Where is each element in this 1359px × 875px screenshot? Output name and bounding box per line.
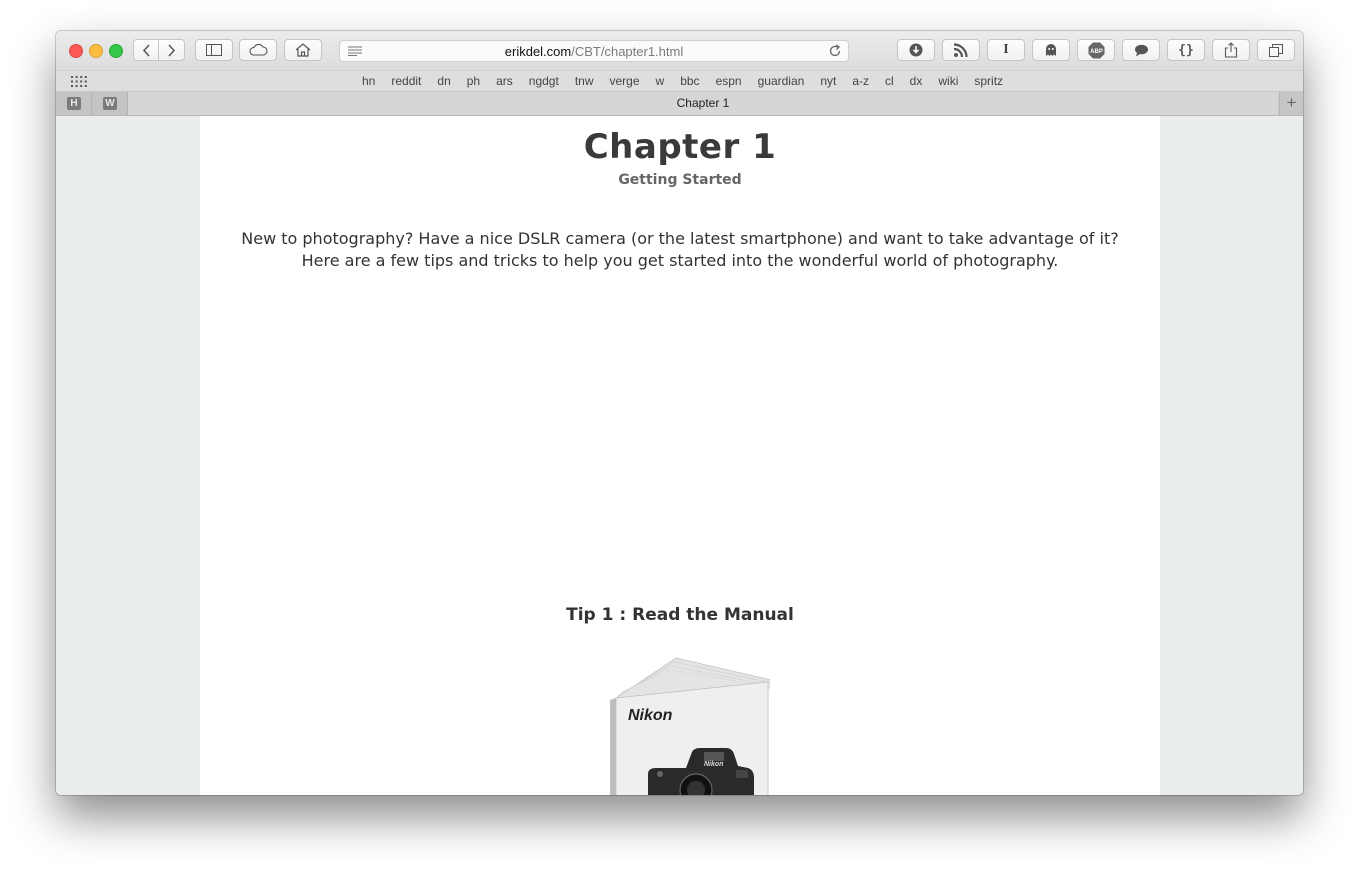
url-text: erikdel.com/CBT/chapter1.html [340,44,848,59]
favorite-verge[interactable]: verge [610,74,640,88]
favorite-ars[interactable]: ars [496,74,513,88]
manual-brand-text: Nikon [628,707,673,724]
download-icon [909,43,923,57]
favorite-cl[interactable]: cl [885,74,894,88]
page-viewport[interactable]: Chapter 1 Getting Started New to photogr… [56,116,1303,795]
chevron-right-icon [168,43,176,57]
favorite-nyt[interactable]: nyt [820,74,836,88]
ghostery-extension-button[interactable] [1032,39,1070,61]
address-bar[interactable]: erikdel.com/CBT/chapter1.html [339,40,849,62]
tab-chapter-1[interactable]: Chapter 1 [128,92,1278,115]
close-window-button[interactable] [69,44,83,58]
tip-1-heading: Tip 1 : Read the Manual [566,605,794,625]
minimize-window-button[interactable] [89,44,103,58]
page-content: Chapter 1 Getting Started New to photogr… [200,116,1160,795]
adblock-extension-button[interactable]: ABP [1077,39,1115,61]
sidebar-button[interactable] [195,39,233,61]
favorite-spritz[interactable]: spritz [974,74,1003,88]
back-button[interactable] [133,39,159,61]
pinned-tab-h-icon: H [67,97,81,110]
favorite-wiki[interactable]: wiki [938,74,958,88]
adblock-icon: ABP [1088,42,1104,58]
tab-bar: H W Chapter 1 + [56,92,1303,116]
browser-toolbar: erikdel.com/CBT/chapter1.html I ABP {} [56,31,1303,70]
intro-line-1: New to photography? Have a nice DSLR cam… [241,229,1119,248]
ghost-icon [1046,44,1056,56]
json-extension-button[interactable]: {} [1167,39,1205,61]
reload-icon[interactable] [828,44,842,58]
home-button[interactable] [284,39,322,61]
camera-brand-text: Nikon [704,761,723,768]
zoom-window-button[interactable] [109,44,123,58]
sidebar-icon [206,44,222,56]
pinned-tab-w[interactable]: W [92,92,128,115]
page-title: Chapter 1 [583,127,777,167]
url-path: /CBT/chapter1.html [571,44,684,59]
icloud-tabs-button[interactable] [239,39,277,61]
favorites-list: hn reddit dn ph ars ngdgt tnw verge w bb… [362,74,1003,88]
text-cursor-extension-button[interactable]: I [987,39,1025,61]
cloud-icon [249,44,268,56]
intro-line-2: Here are a few tips and tricks to help y… [301,251,1059,270]
intro-paragraph: New to photography? Have a nice DSLR cam… [220,228,1140,272]
tabs-icon [1269,43,1283,57]
new-tab-button[interactable]: + [1279,92,1303,115]
forward-button[interactable] [158,39,185,61]
favorite-ngdgt[interactable]: ngdgt [529,74,559,88]
home-icon [295,43,311,57]
tab-overview-button[interactable] [1257,39,1295,61]
favorite-dx[interactable]: dx [910,74,923,88]
pinned-tab-h[interactable]: H [56,92,92,115]
url-host: erikdel.com [504,44,572,59]
favorite-w[interactable]: w [656,74,665,88]
pinned-tab-w-icon: W [103,97,117,110]
speech-bubble-icon [1134,44,1148,56]
browser-window: erikdel.com/CBT/chapter1.html I ABP {} h… [56,31,1303,795]
favorites-bar: hn reddit dn ph ars ngdgt tnw verge w bb… [56,70,1303,92]
favorite-guardian[interactable]: guardian [758,74,805,88]
favorite-a-z[interactable]: a-z [852,74,869,88]
favorite-reddit[interactable]: reddit [391,74,421,88]
adblock-label: ABP [1090,49,1103,55]
chevron-left-icon [142,43,150,57]
rss-extension-button[interactable] [942,39,980,61]
share-button[interactable] [1212,39,1250,61]
favorite-bbc[interactable]: bbc [680,74,699,88]
favorite-ph[interactable]: ph [467,74,480,88]
favorite-tnw[interactable]: tnw [575,74,594,88]
comments-extension-button[interactable] [1122,39,1160,61]
rss-icon [953,43,968,58]
downloads-button[interactable] [897,39,935,61]
favorite-hn[interactable]: hn [362,74,375,88]
favorite-espn[interactable]: espn [716,74,742,88]
top-sites-grid-icon[interactable] [71,76,87,87]
favorite-dn[interactable]: dn [437,74,450,88]
share-icon [1224,42,1238,58]
nikon-manual-image: Nikon Nikon [610,657,770,795]
page-subtitle: Getting Started [618,172,742,188]
